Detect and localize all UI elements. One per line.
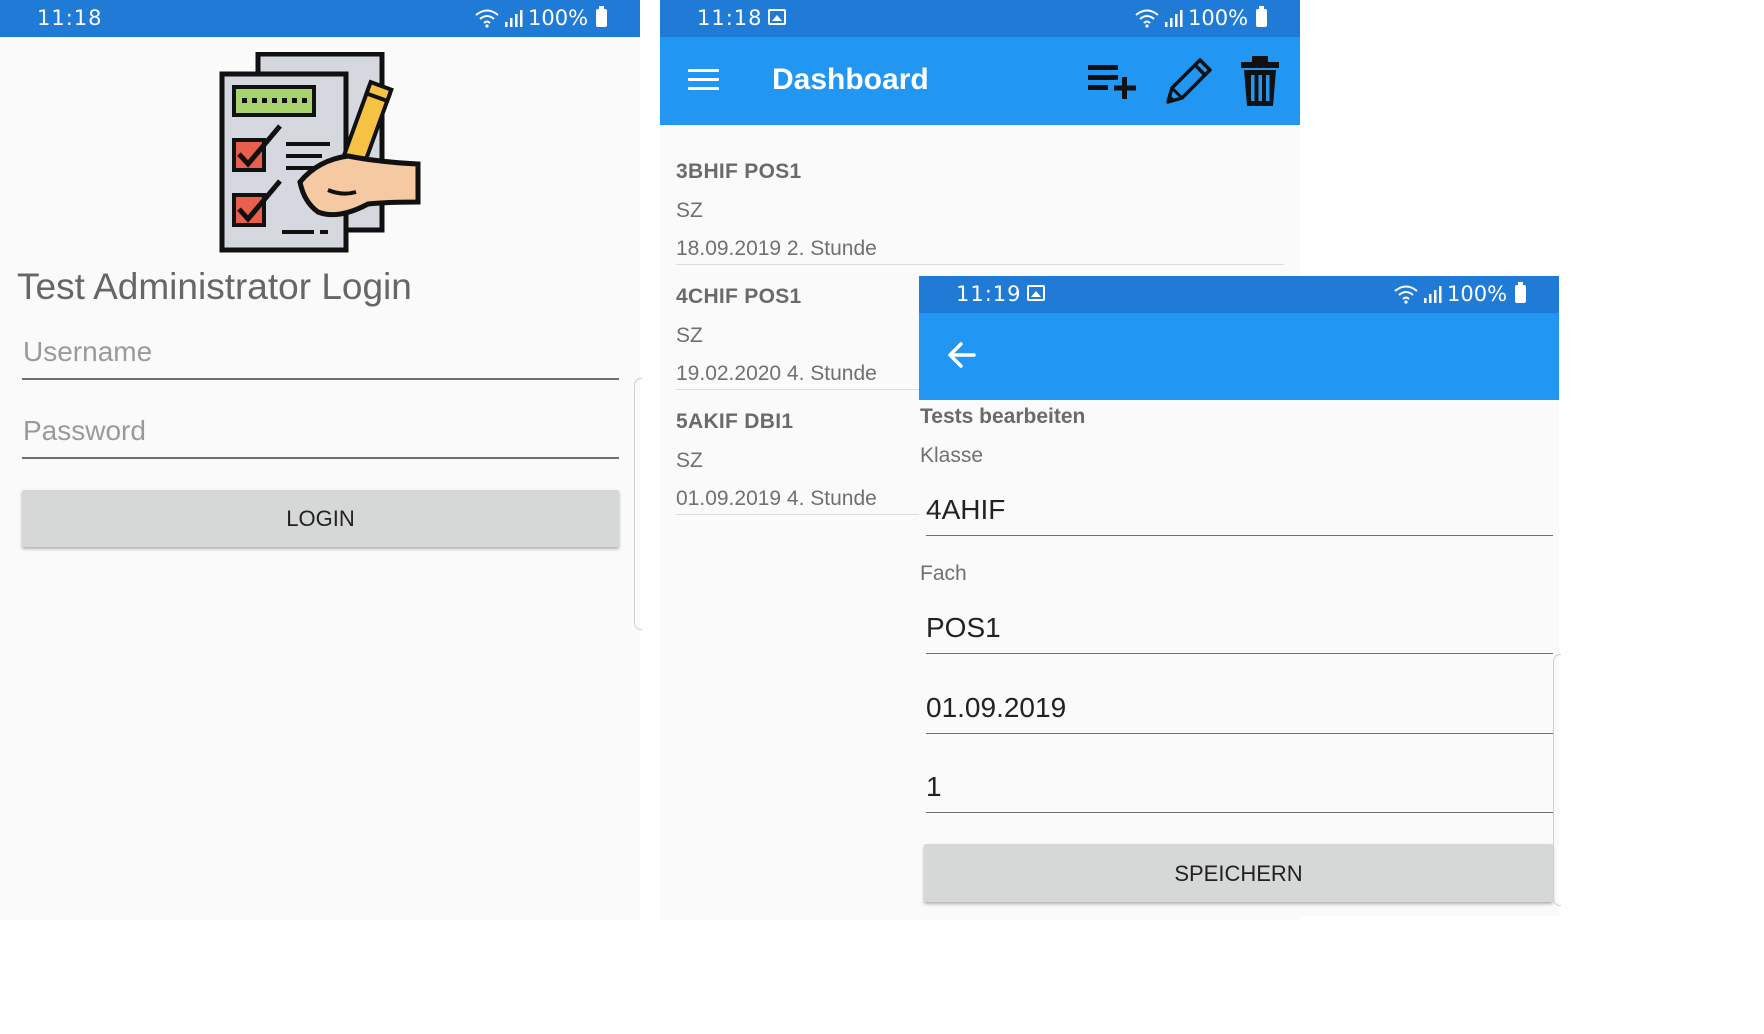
test-teacher: SZ bbox=[676, 449, 703, 472]
status-time: 11:19 bbox=[956, 282, 1022, 306]
back-arrow-icon[interactable] bbox=[947, 341, 977, 369]
section-title: Tests bearbeiten bbox=[920, 405, 1086, 428]
battery-icon bbox=[1515, 282, 1527, 303]
scroll-edge-indicator bbox=[634, 378, 642, 630]
test-date: 18.09.2019 2. Stunde bbox=[676, 237, 877, 260]
edit-app-bar bbox=[919, 313, 1559, 400]
signal-icon bbox=[505, 10, 523, 27]
test-teacher: SZ bbox=[676, 324, 703, 347]
page-title: Dashboard bbox=[772, 63, 929, 96]
klasse-label: Klasse bbox=[920, 444, 984, 467]
battery-icon bbox=[596, 6, 608, 27]
menu-icon[interactable] bbox=[688, 69, 719, 91]
date-input[interactable]: 01.09.2019 bbox=[926, 692, 1553, 734]
image-notification-icon bbox=[1027, 285, 1045, 301]
scroll-edge-indicator bbox=[1553, 654, 1561, 906]
test-header: 4CHIF POS1 bbox=[676, 285, 802, 308]
dashboard-app-bar: Dashboard bbox=[660, 37, 1300, 125]
wifi-icon bbox=[475, 9, 499, 28]
image-notification-icon bbox=[768, 9, 786, 25]
klasse-input[interactable]: 4AHIF bbox=[926, 494, 1553, 536]
login-button[interactable]: LOGIN bbox=[22, 490, 619, 547]
list-item[interactable]: 3BHIF POS1 SZ 18.09.2019 2. Stunde bbox=[676, 140, 1284, 265]
status-time: 11:18 bbox=[37, 6, 103, 30]
battery-percent: 100% bbox=[528, 6, 589, 30]
pencil-icon[interactable] bbox=[1162, 54, 1216, 108]
login-screen: 11:18 100% Test Administrator Login User… bbox=[0, 0, 640, 920]
wifi-icon bbox=[1135, 9, 1159, 28]
status-bar: 11:18 100% bbox=[0, 0, 640, 37]
edit-test-screen: 11:19 100% Tests bearbeiten Klasse 4AHIF… bbox=[919, 276, 1559, 916]
signal-icon bbox=[1424, 286, 1442, 303]
status-indicators: 100% bbox=[474, 6, 608, 30]
status-indicators: 100% bbox=[1393, 282, 1527, 306]
password-input[interactable]: Password bbox=[22, 415, 619, 459]
username-input[interactable]: Username bbox=[22, 336, 619, 380]
test-header: 3BHIF POS1 bbox=[676, 160, 802, 183]
test-date: 01.09.2019 4. Stunde bbox=[676, 487, 877, 510]
test-teacher: SZ bbox=[676, 199, 703, 222]
lesson-input[interactable]: 1 bbox=[926, 771, 1553, 813]
status-indicators: 100% bbox=[1134, 6, 1268, 30]
save-button[interactable]: SPEICHERN bbox=[924, 844, 1553, 902]
trash-icon[interactable] bbox=[1240, 55, 1280, 107]
test-date: 19.02.2020 4. Stunde bbox=[676, 362, 877, 385]
playlist-add-icon[interactable] bbox=[1087, 61, 1139, 101]
test-checklist-logo bbox=[219, 52, 421, 253]
status-bar: 11:18 100% bbox=[660, 0, 1300, 37]
status-bar: 11:19 100% bbox=[919, 276, 1559, 313]
battery-percent: 100% bbox=[1447, 282, 1508, 306]
login-title: Test Administrator Login bbox=[17, 266, 412, 307]
battery-icon bbox=[1256, 6, 1268, 27]
wifi-icon bbox=[1394, 285, 1418, 304]
status-time: 11:18 bbox=[697, 6, 763, 30]
battery-percent: 100% bbox=[1188, 6, 1249, 30]
test-header: 5AKIF DBI1 bbox=[676, 410, 794, 433]
signal-icon bbox=[1165, 10, 1183, 27]
fach-input[interactable]: POS1 bbox=[926, 612, 1553, 654]
fach-label: Fach bbox=[920, 562, 967, 585]
